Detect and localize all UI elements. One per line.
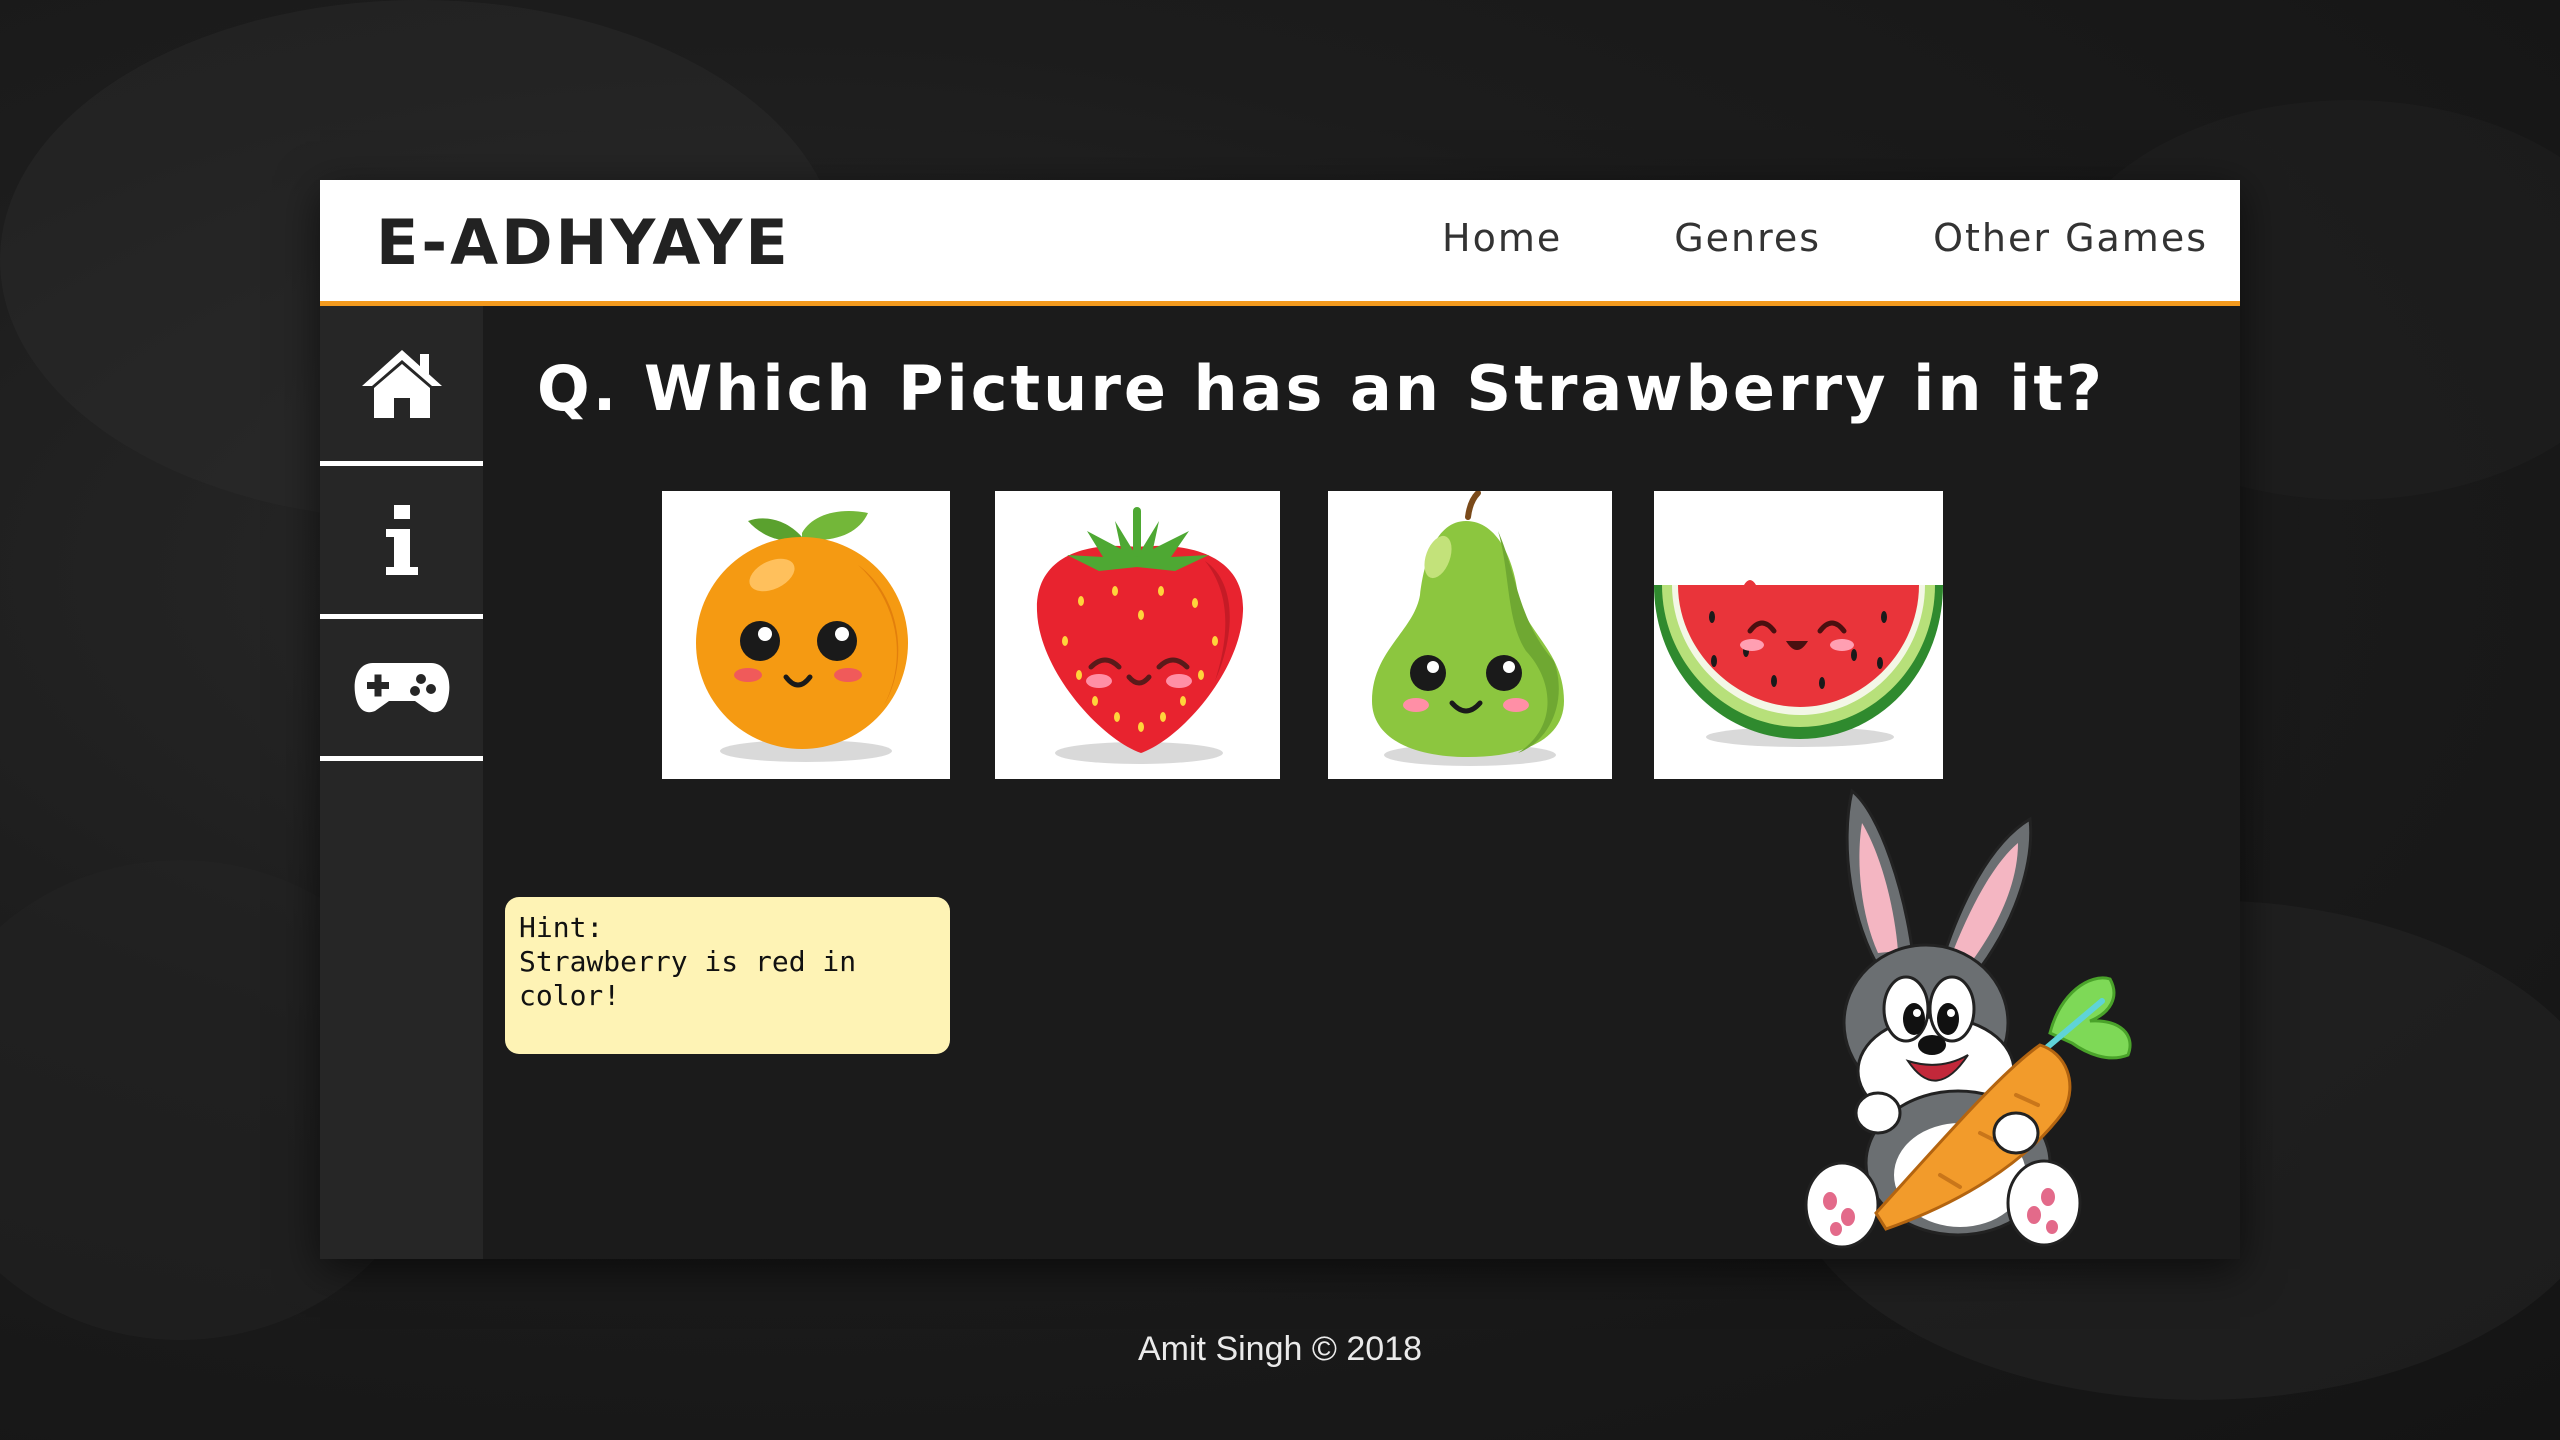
home-icon	[361, 349, 442, 418]
bunny-mascot	[1804, 788, 2132, 1249]
gamepad-icon	[354, 662, 449, 712]
site-logo[interactable]: E-ADHYAYE	[376, 206, 791, 279]
game-window: E-ADHYAYE Home Genres Other Games Q. Whi…	[320, 180, 2240, 1259]
hint-title: Hint:	[519, 911, 604, 944]
choice-watermelon[interactable]	[1654, 491, 1943, 779]
sidebar	[320, 306, 483, 1259]
main-nav: Home Genres Other Games	[1330, 216, 2208, 260]
top-navbar: E-ADHYAYE Home Genres Other Games	[320, 180, 2240, 306]
hint-text: Strawberry is red in color!	[519, 945, 857, 1012]
sidebar-home-button[interactable]	[320, 306, 483, 466]
choice-strawberry[interactable]	[995, 491, 1280, 779]
nav-other-games[interactable]: Other Games	[1933, 216, 2208, 260]
hint-box: Hint: Strawberry is red in color!	[505, 897, 950, 1054]
pear-icon	[1372, 491, 1564, 766]
watermelon-icon	[1654, 580, 1943, 747]
info-icon	[385, 505, 418, 575]
nav-home[interactable]: Home	[1442, 216, 1562, 260]
strawberry-icon	[1036, 507, 1244, 764]
choice-pear[interactable]	[1328, 491, 1612, 779]
sidebar-info-button[interactable]	[320, 466, 483, 619]
orange-icon	[696, 511, 908, 762]
question-text: Q. Which Picture has an Strawberry in it…	[537, 352, 2105, 425]
sidebar-games-button[interactable]	[320, 619, 483, 761]
choice-orange[interactable]	[662, 491, 950, 779]
footer-credit: Amit Singh © 2018	[1138, 1330, 1422, 1368]
nav-genres[interactable]: Genres	[1674, 216, 1821, 260]
